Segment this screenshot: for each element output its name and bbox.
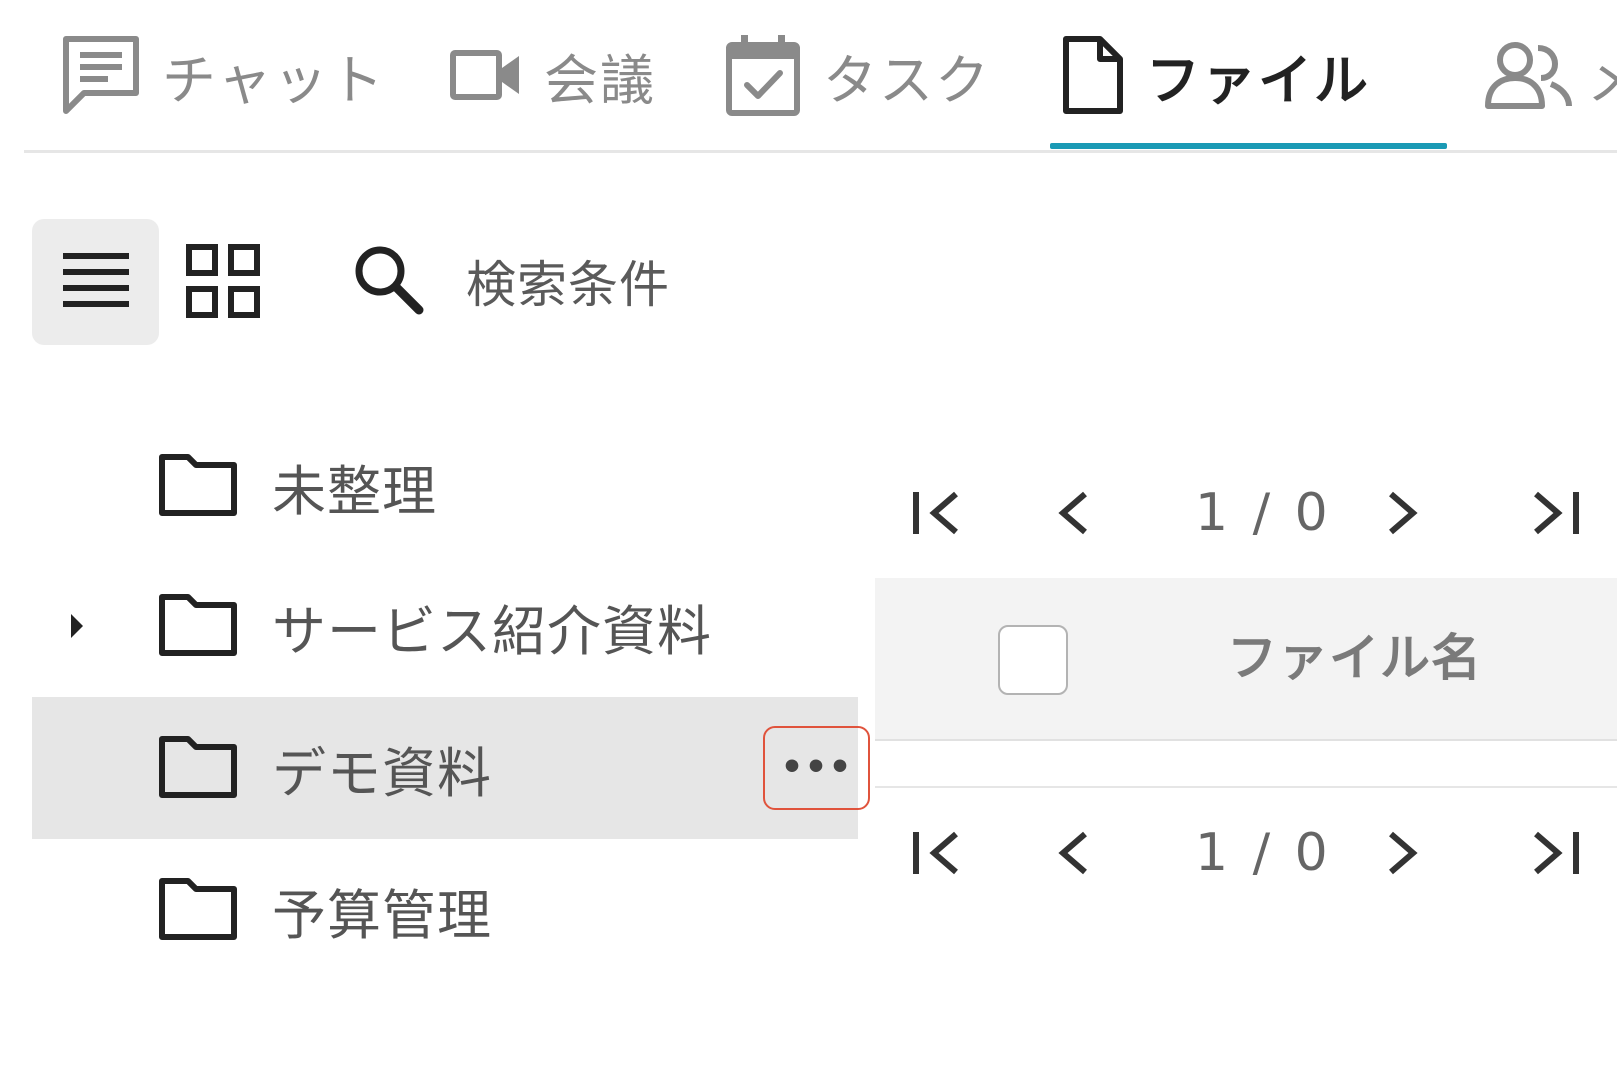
last-page-icon <box>1534 831 1579 875</box>
search-conditions-label: 検索条件 <box>466 256 670 314</box>
expand-arrow-icon[interactable] <box>67 611 87 641</box>
folder-item[interactable]: 予算管理 <box>32 839 858 981</box>
tab-files[interactable]: ファイル <box>1062 30 1370 120</box>
prev-page-button[interactable] <box>1055 468 1091 558</box>
tab-bar-divider <box>24 150 1617 153</box>
folder-icon <box>158 875 238 945</box>
search-conditions-button[interactable]: 検索条件 <box>352 236 670 326</box>
list-icon <box>62 251 129 313</box>
folder-item-selected[interactable]: デモ資料 ••• <box>32 697 870 839</box>
prev-page-icon <box>1058 831 1087 875</box>
column-header-filename[interactable]: ファイル名 <box>1227 618 1482 690</box>
folder-icon <box>158 451 238 521</box>
file-table-header: ファイル名 <box>875 578 1617 741</box>
prev-page-button[interactable] <box>1055 808 1091 898</box>
folder-icon <box>158 733 238 803</box>
chat-icon <box>62 35 140 115</box>
first-page-icon <box>913 491 958 535</box>
next-page-icon <box>1389 831 1418 875</box>
next-page-button[interactable] <box>1385 468 1421 558</box>
last-page-button[interactable] <box>1530 808 1584 898</box>
folder-label: 予算管理 <box>272 883 492 947</box>
tab-chat-label: チャット <box>162 48 386 112</box>
more-options-button[interactable]: ••• <box>763 726 870 810</box>
last-page-icon <box>1534 491 1579 535</box>
tab-chat[interactable]: チャット <box>62 30 385 120</box>
folder-label: 未整理 <box>272 459 437 523</box>
file-page: チャット 会議 タスク ファイル メ 検索条件 未整理 サービス紹介資料 デモ資… <box>0 0 1617 1084</box>
active-tab-indicator <box>1050 143 1447 149</box>
page-indicator: 1 / 0 <box>1195 823 1332 883</box>
tab-task[interactable]: タスク <box>725 30 991 120</box>
list-view-button[interactable] <box>32 219 159 345</box>
file-icon <box>1062 35 1124 115</box>
prev-page-icon <box>1058 491 1087 535</box>
page-indicator: 1 / 0 <box>1195 483 1332 543</box>
tab-members-label: メ <box>1587 48 1617 112</box>
grid-icon <box>186 244 260 322</box>
folder-icon <box>158 591 238 661</box>
people-icon <box>1483 40 1573 110</box>
tab-meeting-label: 会議 <box>544 48 656 112</box>
tab-meeting[interactable]: 会議 <box>450 30 656 120</box>
video-icon <box>450 50 522 100</box>
tab-members[interactable]: メ <box>1483 30 1617 120</box>
folder-item[interactable]: 未整理 <box>32 415 858 557</box>
first-page-button[interactable] <box>910 808 964 898</box>
tab-bar: チャット 会議 タスク ファイル メ <box>0 0 1617 153</box>
last-page-button[interactable] <box>1530 468 1584 558</box>
search-icon <box>352 243 424 319</box>
table-divider <box>875 786 1617 788</box>
folder-label: デモ資料 <box>272 741 492 805</box>
first-page-button[interactable] <box>910 468 964 558</box>
folder-item[interactable]: サービス紹介資料 <box>32 555 858 697</box>
pagination-top: 1 / 0 <box>875 468 1617 558</box>
tab-files-label: ファイル <box>1146 48 1370 112</box>
grid-view-button[interactable] <box>180 240 266 326</box>
next-page-icon <box>1389 491 1418 535</box>
pagination-bottom: 1 / 0 <box>875 808 1617 898</box>
more-icon: ••• <box>780 747 853 788</box>
calendar-check-icon <box>725 33 801 117</box>
first-page-icon <box>913 831 958 875</box>
tab-task-label: タスク <box>823 48 991 112</box>
next-page-button[interactable] <box>1385 808 1421 898</box>
select-all-checkbox[interactable] <box>998 625 1068 695</box>
folder-label: サービス紹介資料 <box>272 599 712 663</box>
